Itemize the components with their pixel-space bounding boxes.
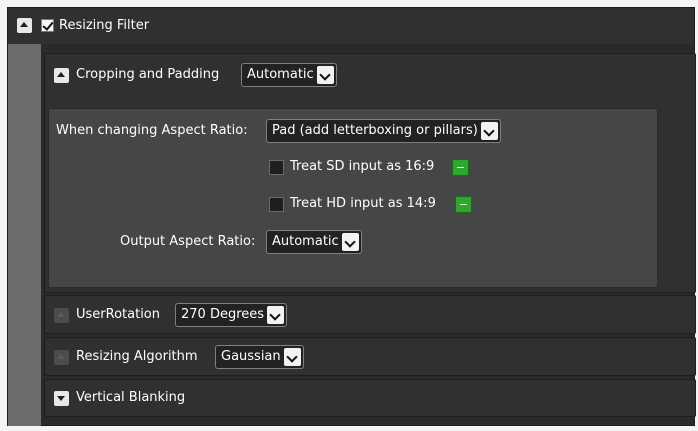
aspect-ratio-value: Pad (add letterboxing or pillars) [272, 123, 478, 138]
user-rotation-label: UserRotation [76, 307, 160, 322]
aspect-ratio-label: When changing Aspect Ratio: [56, 123, 248, 138]
cropping-padding-panel: Cropping and Padding Automatic When chan… [44, 53, 696, 293]
treat-hd-reset-button[interactable] [455, 196, 472, 213]
output-aspect-value: Automatic [272, 234, 339, 249]
collapse-algorithm-toggle [54, 350, 69, 365]
indent-sidebar [8, 44, 41, 426]
aspect-ratio-dropdown[interactable]: Pad (add letterboxing or pillars) [266, 119, 501, 143]
user-rotation-dropdown[interactable]: 270 Degrees [175, 303, 288, 327]
output-aspect-dropdown[interactable]: Automatic [266, 230, 362, 254]
chevron-down-icon [316, 66, 334, 84]
resizing-filter-header: Resizing Filter [8, 8, 694, 44]
aspect-ratio-settings: When changing Aspect Ratio: Pad (add let… [48, 108, 658, 288]
cropping-padding-label: Cropping and Padding [76, 67, 220, 82]
resizing-filter-panel: Resizing Filter Cropping and Padding Aut… [7, 7, 696, 426]
treat-sd-checkbox[interactable] [269, 160, 284, 175]
resizing-algorithm-dropdown[interactable]: Gaussian [215, 345, 304, 369]
cropping-mode-dropdown[interactable]: Automatic [241, 63, 337, 87]
vertical-blanking-label: Vertical Blanking [76, 390, 186, 405]
user-rotation-panel: UserRotation 270 Degrees [44, 295, 696, 334]
treat-sd-label: Treat SD input as 16:9 [290, 159, 435, 174]
resizing-algorithm-label: Resizing Algorithm [76, 349, 198, 364]
resizing-algorithm-value: Gaussian [221, 349, 281, 364]
chevron-down-icon [267, 306, 285, 324]
cropping-mode-value: Automatic [247, 67, 314, 82]
treat-hd-label: Treat HD input as 14:9 [290, 196, 436, 211]
chevron-down-icon [341, 233, 359, 251]
treat-sd-reset-button[interactable] [452, 159, 469, 176]
treat-hd-checkbox[interactable] [269, 197, 284, 212]
collapse-cropping-toggle[interactable] [54, 68, 69, 83]
chevron-down-icon [480, 122, 498, 140]
user-rotation-value: 270 Degrees [181, 307, 265, 322]
collapse-rotation-toggle [54, 308, 69, 323]
expand-vertical-blanking-toggle[interactable] [54, 391, 69, 406]
resizing-filter-checkbox[interactable] [41, 19, 54, 32]
chevron-down-icon [283, 348, 301, 366]
vertical-blanking-panel: Vertical Blanking [44, 379, 696, 417]
resizing-filter-label: Resizing Filter [59, 18, 150, 33]
collapse-resizing-filter-toggle[interactable] [17, 18, 32, 33]
output-aspect-label: Output Aspect Ratio: [120, 234, 256, 249]
resizing-algorithm-panel: Resizing Algorithm Gaussian [44, 337, 696, 376]
